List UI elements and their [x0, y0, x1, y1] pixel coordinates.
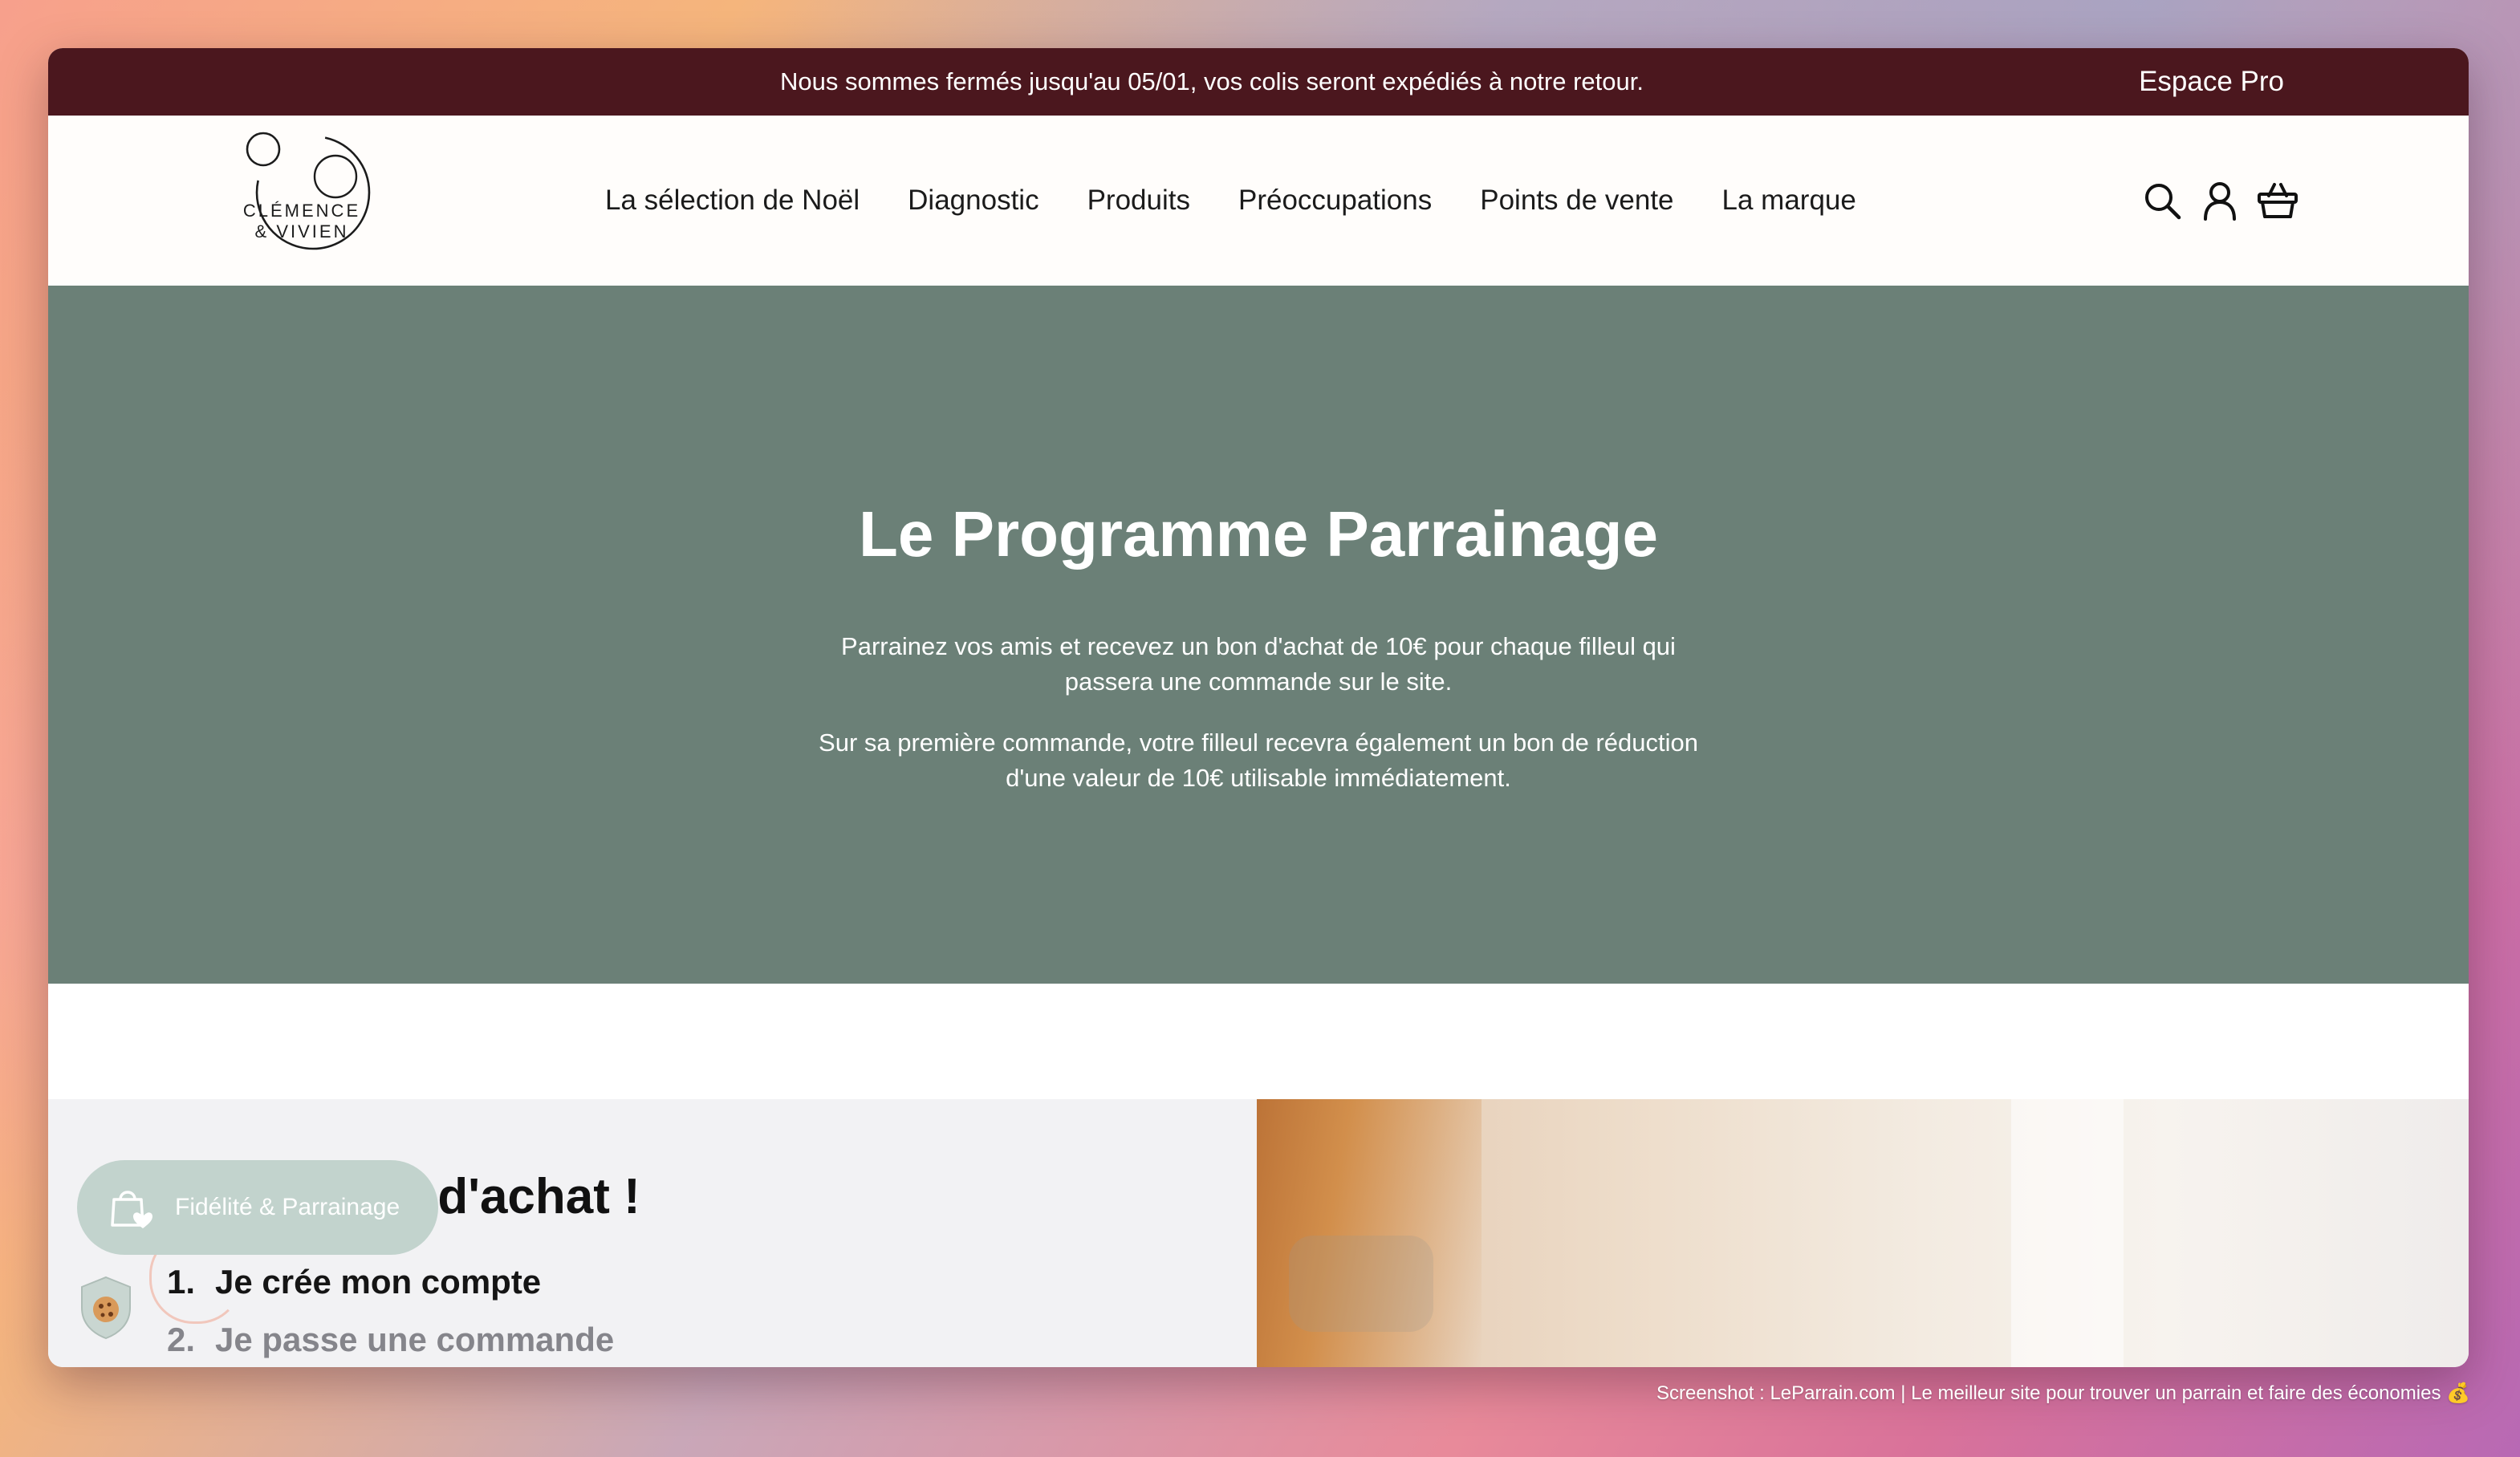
- step-label-1: Je crée mon compte: [215, 1263, 542, 1301]
- hero-title: Le Programme Parrainage: [859, 498, 1658, 570]
- nav-item-produits[interactable]: Produits: [1087, 185, 1190, 217]
- nav-item-diagnostic[interactable]: Diagnostic: [908, 185, 1038, 217]
- announcement-bar: Nous sommes fermés jusqu'au 05/01, vos c…: [48, 48, 2469, 116]
- nav-item-points-de-vente[interactable]: Points de vente: [1480, 185, 1673, 217]
- image-blur-object: [1289, 1236, 1433, 1332]
- announcement-text: Nous sommes fermés jusqu'au 05/01, vos c…: [780, 67, 1644, 95]
- logo-line-1: CLÉMENCE: [242, 201, 361, 221]
- header-icons: [2127, 116, 2300, 286]
- cookie-icon[interactable]: [77, 1274, 135, 1341]
- account-icon[interactable]: [2197, 178, 2242, 223]
- step-label-2: Je passe une commande: [215, 1321, 615, 1358]
- main-nav: La sélection de Noël Diagnostic Produits…: [605, 116, 1904, 286]
- site-header: CLÉMENCE & VIVIEN La sélection de Noël D…: [48, 116, 2469, 287]
- step-number-2: 2.: [167, 1321, 196, 1358]
- brand-logo[interactable]: CLÉMENCE & VIVIEN: [233, 127, 409, 274]
- logo-line-2: & VIVIEN: [254, 221, 349, 241]
- section-spacer: [48, 984, 2469, 1099]
- hero-paragraph-1: Parrainez vos amis et recevez un bon d'a…: [841, 632, 1676, 696]
- espace-pro-link[interactable]: Espace Pro: [2139, 48, 2284, 116]
- lifestyle-image: [1257, 1099, 2469, 1367]
- nav-item-preoccupations[interactable]: Préoccupations: [1238, 185, 1432, 217]
- hero-section: Le Programme Parrainage Parrainez vos am…: [48, 286, 2469, 984]
- shopping-bag-heart-icon: [111, 1191, 152, 1228]
- hero-paragraph-2: Sur sa première commande, votre filleul …: [819, 728, 1698, 792]
- loyalty-label: Fidélité & Parrainage: [175, 1194, 400, 1220]
- screenshot-caption: Screenshot : LeParrain.com | Le meilleur…: [1656, 1382, 2470, 1404]
- browser-window: Nous sommes fermés jusqu'au 05/01, vos c…: [48, 48, 2469, 1367]
- loyalty-button[interactable]: Fidélité & Parrainage: [77, 1160, 438, 1255]
- nav-item-la-marque[interactable]: La marque: [1722, 185, 1856, 217]
- image-blur-light: [2011, 1099, 2124, 1367]
- nav-item-selection-noel[interactable]: La sélection de Noël: [605, 185, 860, 217]
- cart-icon[interactable]: [2255, 178, 2300, 223]
- search-icon[interactable]: [2140, 178, 2185, 223]
- step-item-2: 2. Je passe une commande: [167, 1317, 614, 1362]
